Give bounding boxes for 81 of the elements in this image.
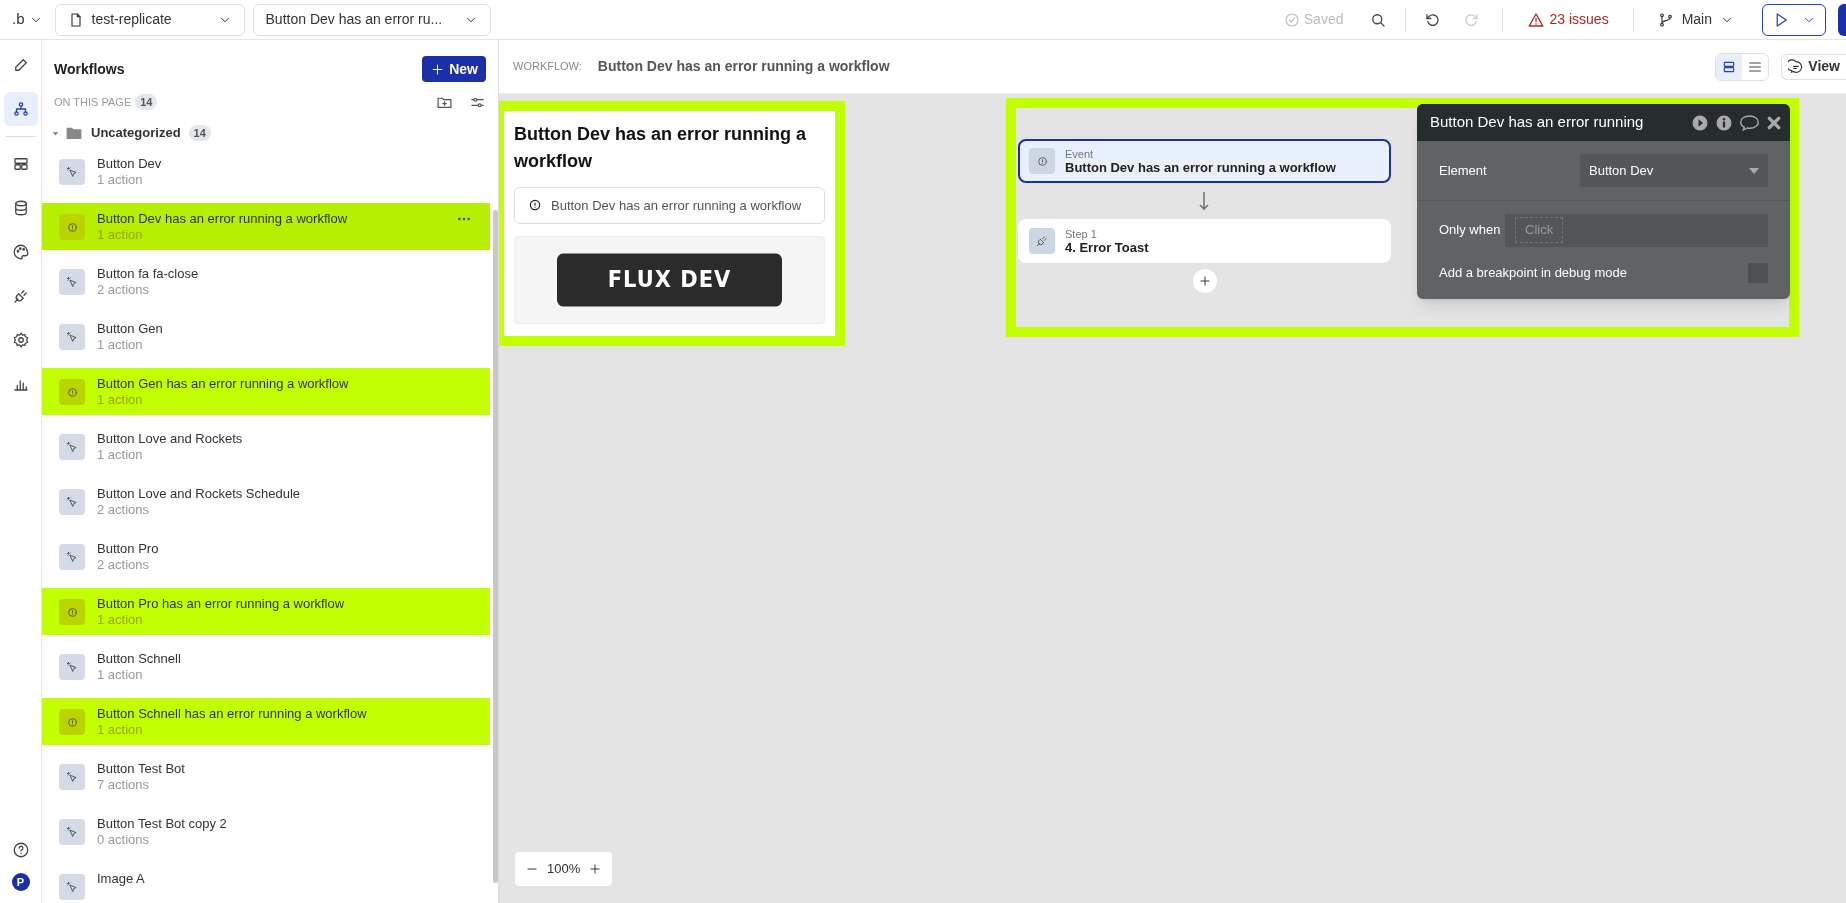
event-node[interactable]: Event Button Dev has an error running a workflow — [1018, 139, 1391, 183]
workflow-item[interactable]: Button fa fa-close 2 actions — [42, 258, 490, 305]
cursor-icon — [59, 764, 85, 790]
cursor-icon — [59, 819, 85, 845]
arrow-down-icon — [1198, 191, 1210, 211]
cursor-icon — [59, 324, 85, 350]
field-label: Element — [1439, 161, 1488, 180]
element-dropdown[interactable]: Button Dev — [1580, 154, 1768, 187]
scrollbar[interactable] — [493, 210, 498, 883]
plug-icon — [1029, 228, 1055, 254]
card-view-button[interactable] — [1716, 53, 1743, 80]
workflow-item[interactable]: Button Dev 1 action — [42, 148, 490, 195]
folder-row[interactable]: Uncategorized 14 — [42, 118, 498, 148]
alert-icon — [59, 214, 85, 240]
cursor-icon — [59, 874, 85, 900]
zoom-in-button[interactable] — [588, 862, 603, 876]
field-label: Only when — [1439, 221, 1502, 240]
alert-icon — [59, 709, 85, 735]
saved-status: Saved — [1283, 9, 1344, 30]
alert-icon — [59, 599, 85, 625]
comment-icon[interactable] — [1739, 113, 1760, 132]
avatar[interactable]: P — [11, 873, 30, 891]
workflow-item[interactable]: Button Pro has an error running a workflow 1 action — [42, 588, 490, 635]
count-badge: 14 — [135, 93, 158, 111]
count-badge: 14 — [188, 124, 211, 142]
workflow-item[interactable]: Button Gen 1 action — [42, 313, 490, 360]
cursor-icon — [59, 434, 85, 460]
caret-icon — [1749, 167, 1759, 174]
comment-icon — [1788, 58, 1805, 75]
workflow-item[interactable]: Button Pro 2 actions — [42, 533, 490, 580]
logo-button[interactable]: .b — [8, 3, 47, 36]
settings-icon — [11, 331, 30, 349]
issues-button[interactable]: 23 issues — [1519, 9, 1617, 30]
workflow-item[interactable]: Button Schnell 1 action — [42, 643, 490, 690]
workflow-item[interactable]: Image A — [42, 863, 490, 903]
layout-icon — [11, 155, 30, 173]
page-dropdown[interactable]: test-replicate — [54, 3, 245, 36]
workflow-dropdown[interactable]: Button Dev has an error ru... — [252, 3, 491, 36]
palette-icon — [11, 243, 30, 261]
publish-button[interactable] — [1838, 3, 1846, 36]
workflow-title: Button Dev has an error running a workflow — [597, 57, 890, 76]
plus-icon — [430, 61, 446, 77]
alert-icon — [1029, 148, 1055, 174]
card-title: Button Dev has an error running a workflow — [514, 123, 808, 173]
view-button[interactable]: View — [1781, 53, 1846, 80]
cursor-icon — [59, 544, 85, 570]
plus-icon — [588, 862, 603, 876]
workflow-item[interactable]: Button Schnell has an error running a workflow 1 action — [42, 698, 490, 745]
workflow-item[interactable]: Button Love and Rockets Schedule 2 actions — [42, 478, 490, 525]
workflow-item[interactable]: Button Gen has an error running a workflow 1 action — [42, 368, 490, 415]
workflow-item[interactable]: Button Test Bot 7 actions — [42, 753, 490, 800]
cursor-icon — [59, 159, 85, 185]
zoom-level: 100% — [547, 860, 581, 879]
branch-icon — [1657, 11, 1674, 28]
workflow-label: WORKFLOW: — [513, 59, 582, 75]
alert-text: Button Dev has an error running a workflow — [551, 197, 801, 215]
panel-title: Workflows — [54, 59, 126, 79]
section-label: ON THIS PAGE — [54, 94, 132, 110]
cursor-icon — [59, 489, 85, 515]
info-icon[interactable] — [1715, 113, 1733, 132]
alert-icon — [59, 379, 85, 405]
cursor-icon — [59, 269, 85, 295]
help-icon — [11, 841, 30, 859]
field-label: Add a breakpoint in debug mode — [1439, 264, 1628, 283]
workflow-item[interactable]: Button Dev has an error running a workflow 1 action — [42, 203, 490, 250]
branch-dropdown[interactable]: Main — [1649, 9, 1742, 30]
check-circle-icon — [1283, 11, 1300, 28]
workflow-item[interactable]: Button Test Bot copy 2 0 actions — [42, 808, 490, 855]
new-button[interactable]: New — [422, 56, 486, 82]
cursor-icon — [59, 654, 85, 680]
play-icon[interactable] — [1691, 113, 1709, 132]
workflow-icon — [11, 100, 30, 118]
flux-dev-button[interactable]: FLUX DEV — [557, 253, 782, 307]
nav-workflow-button[interactable] — [3, 92, 38, 126]
close-icon[interactable] — [1766, 114, 1782, 131]
workflow-item[interactable]: Button Love and Rockets 1 action — [42, 423, 490, 470]
panel-title: Button Dev has an error running — [1430, 112, 1645, 133]
action-node[interactable]: Step 1 4. Error Toast — [1018, 219, 1391, 263]
alert-icon — [527, 197, 543, 213]
plus-icon — [1198, 274, 1212, 288]
preview-button[interactable] — [1762, 3, 1826, 36]
